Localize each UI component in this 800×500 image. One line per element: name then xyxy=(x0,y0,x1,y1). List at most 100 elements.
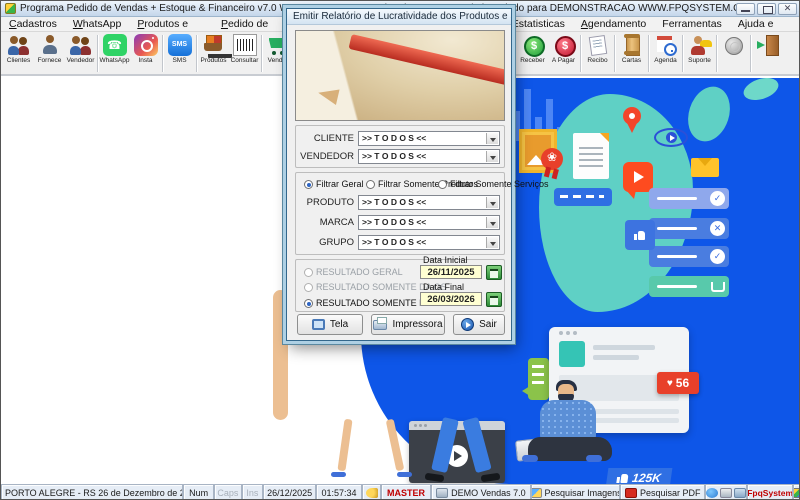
menu-whatsapp[interactable]: WhatsApp xyxy=(65,17,129,32)
printer-icon xyxy=(720,488,732,498)
like-count: 56 xyxy=(676,376,689,390)
toolbar-separator xyxy=(196,35,197,72)
check-icon: ✓ xyxy=(710,249,725,264)
radio-filtrar-servicos[interactable]: Filtrar Somente Serviços xyxy=(438,179,549,189)
toolbar-consultar-barcode[interactable]: Consultar xyxy=(229,33,260,74)
menu-ferramentas[interactable]: Ferramentas xyxy=(654,17,730,32)
radio-icon[interactable] xyxy=(304,180,313,189)
data-inicial-calendar-button[interactable] xyxy=(486,265,502,280)
radio-icon[interactable] xyxy=(366,180,375,189)
toolbar-whatsapp[interactable]: WhatsApp xyxy=(99,33,130,74)
image-search-icon xyxy=(531,488,542,498)
menu-agendamento[interactable]: Agendamento xyxy=(573,17,654,32)
printer-icon xyxy=(373,320,387,330)
data-final-field[interactable]: 26/03/2026 xyxy=(420,292,482,306)
thumbs-up-tile xyxy=(625,220,655,250)
exit-door-icon xyxy=(756,34,780,56)
receive-coin-icon xyxy=(521,34,545,56)
radio-icon[interactable] xyxy=(438,180,447,189)
status-brand: FpqSystem xyxy=(747,484,793,500)
chevron-down-icon[interactable] xyxy=(486,197,498,208)
toolbar-receber[interactable]: Receber xyxy=(517,33,548,74)
status-bar: PORTO ALEGRE - RS 26 de Dezembro de 2025… xyxy=(1,484,800,500)
menu-estatisticas[interactable]: Estatisticas xyxy=(504,17,573,32)
instagram-icon xyxy=(134,34,158,56)
task-row-x: ✕ xyxy=(649,218,729,239)
toolbar-separator xyxy=(614,35,615,72)
key-icon xyxy=(366,488,378,498)
toolbar-sms[interactable]: SMS xyxy=(164,33,195,74)
toolbar-produtos[interactable]: Produtos xyxy=(198,33,229,74)
toolbar-separator xyxy=(162,35,163,72)
toolbar-fornece[interactable]: Fornece xyxy=(34,33,65,74)
toolbar-insta[interactable]: Insta xyxy=(130,33,161,74)
report-dialog: Emitir Relatório de Lucratividade dos Pr… xyxy=(286,8,512,341)
data-inicial-field[interactable]: 26/11/2025 xyxy=(420,265,482,279)
marca-combobox[interactable]: >> T O D O S << xyxy=(358,215,500,230)
status-logo-segment xyxy=(793,484,800,500)
status-search-pdf[interactable]: Pesquisar PDF xyxy=(620,484,705,500)
close-button[interactable] xyxy=(778,3,797,15)
toolbar-agenda[interactable]: Agenda xyxy=(650,33,681,74)
status-time: 01:57:34 xyxy=(316,484,362,500)
toolbar-cartas[interactable]: Cartas xyxy=(616,33,647,74)
radio-filtrar-geral[interactable]: Filtrar Geral xyxy=(304,179,364,189)
toolbar-clientes[interactable]: Clientes xyxy=(3,33,34,74)
task-row-check2: ✓ xyxy=(649,246,729,267)
menu-cadastros[interactable]: Cadastros xyxy=(1,17,65,32)
produto-combobox[interactable]: >> T O D O S << xyxy=(358,195,500,210)
minimize-button[interactable] xyxy=(736,3,755,15)
toolbar-moeda[interactable] xyxy=(718,33,749,74)
like-count-badge: ♥ 56 xyxy=(657,372,699,394)
status-app-name: DEMO Vendas 7.0 xyxy=(431,484,531,500)
radio-icon[interactable] xyxy=(304,299,313,308)
seller-icon xyxy=(69,34,93,56)
toolbar-sair[interactable] xyxy=(752,33,783,74)
grupo-combobox[interactable]: >> T O D O S << xyxy=(358,235,500,250)
restore-button[interactable] xyxy=(757,3,776,15)
impressora-button[interactable]: Impressora xyxy=(371,314,445,335)
produto-label: PRODUTO xyxy=(300,197,358,208)
chevron-down-icon[interactable] xyxy=(486,217,498,228)
sair-button[interactable]: Sair xyxy=(453,314,505,335)
eye-play-icon xyxy=(654,128,688,147)
status-caps-lock: Caps xyxy=(214,484,242,500)
barcode-icon xyxy=(233,34,257,56)
status-search-images[interactable]: Pesquisar Imagens xyxy=(531,484,620,500)
radio-resultado-geral: RESULTADO GERAL xyxy=(304,267,403,277)
toolbar-separator xyxy=(97,35,98,72)
client-seller-groupbox: CLIENTE >> T O D O S << VENDEDOR >> T O … xyxy=(295,125,505,168)
toolbar-recibo[interactable]: Recibo xyxy=(582,33,613,74)
menu-produtos-estoque[interactable]: Produtos e Estoque xyxy=(129,17,213,32)
dialog-title: Emitir Relatório de Lucratividade dos Pr… xyxy=(287,9,511,25)
toolbar-suporte[interactable]: Suporte xyxy=(684,33,715,74)
task-row-check: ✓ xyxy=(649,188,729,209)
status-insert: Ins xyxy=(242,484,263,500)
screen-icon xyxy=(312,319,325,330)
radio-icon xyxy=(304,268,313,277)
chevron-down-icon[interactable] xyxy=(486,237,498,248)
chevron-down-icon[interactable] xyxy=(486,133,498,144)
menu-pedido-vendas[interactable]: Pedido de Vendas xyxy=(213,17,291,32)
toolbar-separator xyxy=(716,35,717,72)
envelope-icon xyxy=(691,158,719,177)
check-icon: ✓ xyxy=(710,191,725,206)
post-line xyxy=(593,345,655,350)
likes-ribbon: 125K xyxy=(606,468,673,484)
tela-button[interactable]: Tela xyxy=(297,314,363,335)
data-final-calendar-button[interactable] xyxy=(486,292,502,307)
radio-icon xyxy=(304,283,313,292)
data-final-label: Data Final xyxy=(423,282,464,292)
document-icon xyxy=(573,133,609,179)
toolbar-apagar[interactable]: A Pagar xyxy=(548,33,579,74)
toolbar-vendedor[interactable]: Vendedor xyxy=(65,33,96,74)
status-tools[interactable] xyxy=(705,484,747,500)
progress-card xyxy=(554,188,612,206)
vendedor-combobox[interactable]: >> T O D O S << xyxy=(358,149,500,164)
cliente-combobox[interactable]: >> T O D O S << xyxy=(358,131,500,146)
support-icon xyxy=(688,34,712,56)
pay-coin-icon xyxy=(552,34,576,56)
chevron-down-icon[interactable] xyxy=(486,151,498,162)
marca-label: MARCA xyxy=(300,217,358,228)
menu-ajuda[interactable]: Ajuda e Suporte xyxy=(730,17,800,32)
